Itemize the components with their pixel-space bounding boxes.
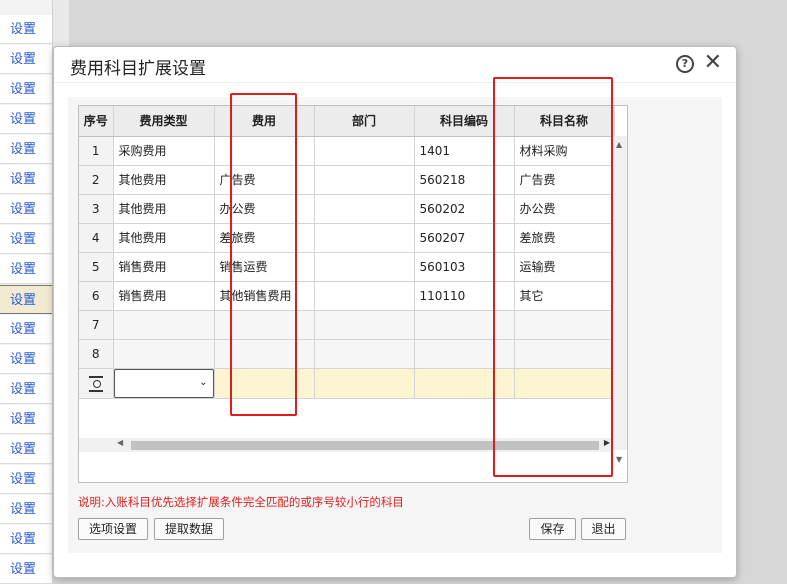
left-settings-link[interactable]: 设置 xyxy=(0,495,52,524)
title-divider xyxy=(54,82,736,83)
department-cell[interactable] xyxy=(314,281,415,311)
expense-type-cell[interactable] xyxy=(113,310,215,340)
note-text: 说明:入账科目优先选择扩展条件完全匹配的或序号较小行的科目 xyxy=(78,495,404,509)
left-settings-link[interactable]: 设置 xyxy=(0,285,52,314)
dialog-body: 序号 费用类型 费用 部门 科目编码 科目名称 1 采购费用 1401 材料采购 2 其他… xyxy=(68,97,722,553)
department-cell[interactable] xyxy=(314,339,415,369)
scroll-left-icon[interactable]: ◀ xyxy=(117,438,123,447)
left-settings-link[interactable]: 设置 xyxy=(0,525,52,554)
help-icon[interactable]: ? xyxy=(676,55,694,73)
department-cell[interactable] xyxy=(314,136,415,166)
col-header-index[interactable]: 序号 xyxy=(79,106,114,137)
row-index: 6 xyxy=(79,281,114,311)
department-cell[interactable] xyxy=(314,310,415,340)
row-index: 2 xyxy=(79,165,114,195)
left-settings-link[interactable]: 设置 xyxy=(0,315,52,344)
row-index: 5 xyxy=(79,252,114,282)
col-header-department[interactable]: 部门 xyxy=(314,106,415,137)
department-cell[interactable] xyxy=(314,165,415,195)
row-index: 4 xyxy=(79,223,114,253)
expense-type-cell[interactable]: 销售费用 xyxy=(113,281,215,311)
left-settings-link[interactable]: 设置 xyxy=(0,135,52,164)
expense-type-cell[interactable]: 采购费用 xyxy=(113,136,215,166)
row-index: 3 xyxy=(79,194,114,224)
left-settings-link[interactable]: 设置 xyxy=(0,225,52,254)
save-button[interactable]: 保存 xyxy=(529,518,576,540)
expense-type-cell[interactable]: 其他费用 xyxy=(113,223,215,253)
expense-type-cell[interactable]: 其他费用 xyxy=(113,165,215,195)
exit-button[interactable]: 退出 xyxy=(581,518,626,540)
dialog-title: 费用科目扩展设置 xyxy=(70,59,206,79)
left-settings-link[interactable]: 设置 xyxy=(0,165,52,194)
vertical-scrollbar[interactable]: ▲ ▼ xyxy=(613,136,627,464)
expense-type-cell[interactable]: 其他费用 xyxy=(113,194,215,224)
table-cell[interactable] xyxy=(314,368,415,399)
highlight-box-subject-name xyxy=(493,77,613,477)
department-cell[interactable] xyxy=(314,252,415,282)
left-settings-link[interactable]: 设置 xyxy=(0,405,52,434)
chevron-down-icon: ⌄ xyxy=(199,376,208,388)
highlight-box-fee xyxy=(230,93,297,416)
col-header-expense-type[interactable]: 费用类型 xyxy=(113,106,215,137)
left-settings-link[interactable]: 设置 xyxy=(0,345,52,374)
department-cell[interactable] xyxy=(314,223,415,253)
close-icon[interactable]: ✕ xyxy=(704,50,722,75)
options-button[interactable]: 选项设置 xyxy=(78,518,148,540)
department-cell[interactable] xyxy=(314,194,415,224)
left-settings-link[interactable]: 设置 xyxy=(0,255,52,284)
left-settings-link[interactable]: 设置 xyxy=(0,75,52,104)
fetch-data-button[interactable]: 提取数据 xyxy=(154,518,224,540)
expense-type-cell[interactable]: 销售费用 xyxy=(113,252,215,282)
left-settings-link[interactable]: 设置 xyxy=(0,15,52,44)
row-index: 7 xyxy=(79,310,114,340)
expense-subject-dialog: 费用科目扩展设置 ? ✕ 序号 费用类型 费用 部门 科目编码 科目名称 1 采… xyxy=(53,46,737,578)
left-settings-link[interactable]: 设置 xyxy=(0,105,52,134)
left-settings-link[interactable]: 设置 xyxy=(0,375,52,404)
row-index: 1 xyxy=(79,136,114,166)
expense-type-select[interactable]: ⌄ xyxy=(113,368,215,399)
left-settings-link[interactable]: 设置 xyxy=(0,435,52,464)
new-row-icon[interactable] xyxy=(79,368,114,399)
scroll-down-icon[interactable]: ▼ xyxy=(616,455,622,464)
scroll-up-icon[interactable]: ▲ xyxy=(616,140,622,149)
left-settings-link[interactable]: 设置 xyxy=(0,195,52,224)
row-index: 8 xyxy=(79,339,114,369)
expense-type-cell[interactable] xyxy=(113,339,215,369)
left-settings-link[interactable]: 设置 xyxy=(0,45,52,74)
left-settings-link[interactable]: 设置 xyxy=(0,465,52,494)
